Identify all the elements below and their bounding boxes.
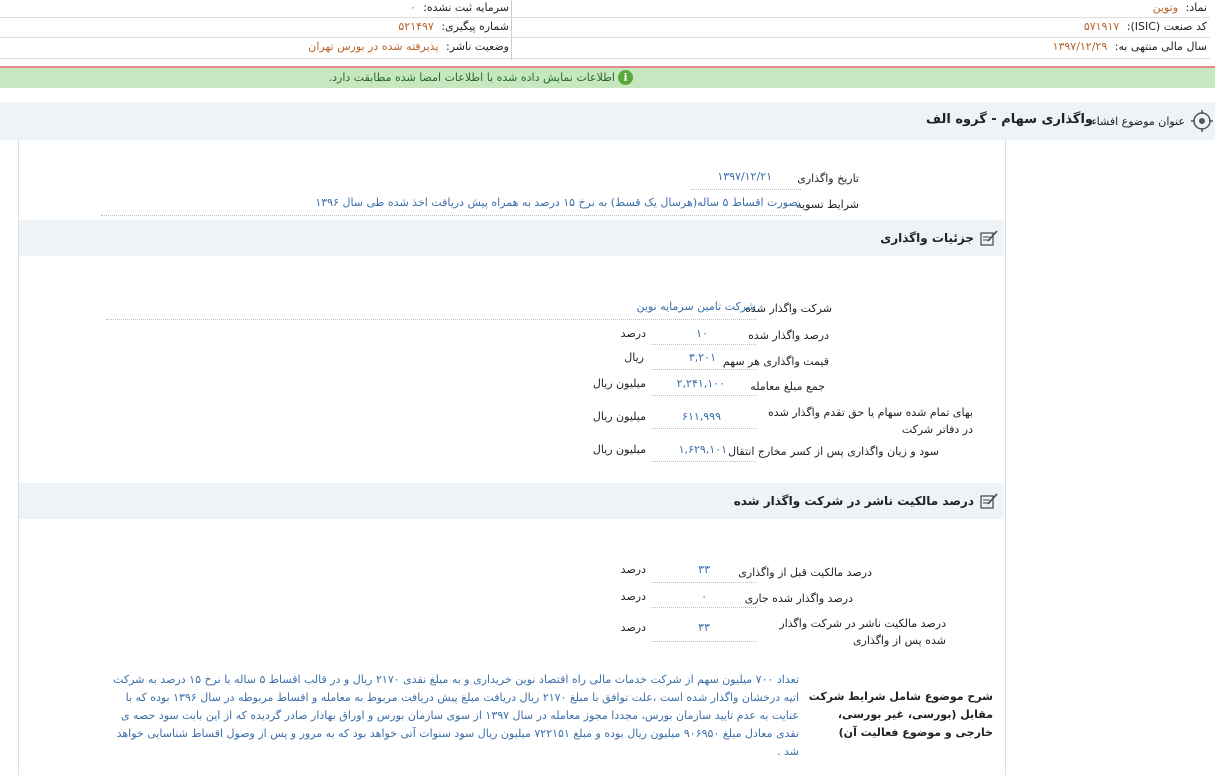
header-rule	[0, 37, 1210, 38]
status-row: وضعیت ناشر: پذیرفته شده در بورس تهران	[308, 37, 509, 57]
isic-label: کد صنعت (ISIC):	[1126, 20, 1207, 33]
isic-row: کد صنعت (ISIC): ۵۷۱۹۱۷	[1084, 17, 1207, 37]
company-label: شرکت واگذار شده	[745, 302, 832, 315]
terms-label: شرایط تسویه	[796, 198, 859, 211]
field-underline	[651, 368, 756, 370]
company-value: شرکت تامین سرمایه نوین	[636, 300, 756, 313]
field-underline	[651, 606, 756, 608]
edit-icon	[980, 493, 998, 509]
detail-row-label: جمع مبلغ معامله	[750, 380, 825, 393]
symbol-row: نماد: وتوین	[1153, 0, 1207, 18]
fiscal-row: سال مالی منتهی به: ۱۳۹۷/۱۲/۲۹	[1053, 37, 1207, 57]
detail-row-value: ۳,۲۰۱	[688, 351, 716, 364]
field-underline	[691, 188, 801, 190]
detail-row-unit: درصد	[620, 327, 646, 340]
field-underline	[651, 460, 756, 462]
target-icon	[1191, 110, 1213, 132]
terms-value: بصورت اقساط ۵ ساله(هرسال یک قسط) به نرخ …	[315, 196, 801, 209]
ownership-title: درصد مالکیت ناشر در شرکت واگذار شده	[733, 494, 974, 508]
ownership-row-value: ۳۳	[698, 621, 710, 634]
field-underline	[651, 394, 756, 396]
info-icon: i	[618, 70, 633, 85]
description-label: شرح موضوع شامل شرایط شرکت مقابل (بورسی، …	[808, 690, 993, 739]
field-underline	[651, 343, 756, 345]
details-title: جزئیات واگذاری	[880, 231, 974, 245]
notice-text: اطلاعات نمایش داده شده با اطلاعات امضا ش…	[328, 71, 615, 84]
fiscal-label: سال مالی منتهی به:	[1114, 40, 1207, 53]
field-underline	[651, 427, 756, 429]
date-value: ۱۳۹۷/۱۲/۲۱	[717, 170, 772, 183]
header-rule	[0, 17, 1210, 18]
unregistered-capital-value: ۰	[409, 1, 416, 14]
subject-bar: عنوان موضوع افشاء: واگذاری سهام - گروه ا…	[0, 102, 1215, 140]
header-divider	[511, 0, 512, 60]
detail-row-value: ۱۰	[696, 327, 708, 340]
field-underline	[651, 640, 756, 642]
detail-row-unit: میلیون ریال	[592, 443, 646, 456]
ownership-row-label: درصد واگذار شده جاری	[744, 592, 853, 605]
fiscal-value: ۱۳۹۷/۱۲/۲۹	[1052, 40, 1108, 53]
tracking-label: شماره پیگیری:	[441, 20, 509, 33]
isic-value: ۵۷۱۹۱۷	[1083, 20, 1120, 33]
ownership-row-label: درصد مالکیت ناشر در شرکت واگذار شده پس ا…	[779, 617, 946, 647]
ownership-row-label: درصد مالکیت قبل از واگذاری	[738, 566, 872, 579]
symbol-label: نماد:	[1185, 1, 1207, 14]
status-label: وضعیت ناشر:	[446, 40, 509, 53]
detail-row-value: ۱,۶۲۹,۱۰۱	[678, 443, 727, 456]
subject-title: واگذاری سهام - گروه الف	[926, 112, 1093, 127]
detail-row-label: قیمت واگذاری هر سهم	[722, 355, 829, 368]
unregistered-capital-label: سرمایه ثبت نشده:	[423, 1, 509, 14]
detail-row-unit: میلیون ریال	[592, 410, 646, 423]
header-rule	[0, 58, 1210, 59]
detail-row-value: ۶۱۱,۹۹۹	[682, 410, 721, 423]
description-text: تعداد ۷۰۰ میلیون سهم از شرکت خدمات مالی …	[113, 673, 799, 758]
tracking-value: ۵۲۱۴۹۷	[398, 20, 434, 33]
status-value: پذیرفته شده در بورس تهران	[308, 40, 439, 53]
detail-row-unit: ریال	[624, 351, 644, 364]
subject-label: عنوان موضوع افشاء:	[1087, 115, 1185, 128]
date-label: تاریخ واگذاری	[797, 172, 859, 185]
details-section-header: جزئیات واگذاری	[19, 220, 1004, 256]
tracking-row: شماره پیگیری: ۵۲۱۴۹۷	[398, 17, 509, 37]
ownership-row-value: ۰	[701, 590, 707, 603]
verification-notice: i اطلاعات نمایش داده شده با اطلاعات امضا…	[0, 66, 1215, 88]
detail-row-unit: میلیون ریال	[592, 377, 646, 390]
detail-row-label: درصد واگذار شده	[748, 329, 829, 342]
ownership-row-value: ۳۳	[698, 563, 710, 576]
field-underline	[106, 318, 756, 320]
detail-row-label: سود و زیان واگذاری پس از کسر مخارج انتقا…	[728, 445, 939, 458]
detail-row-value: ۲,۲۴۱,۱۰۰	[676, 377, 725, 390]
detail-row-label: بهای تمام شده سهام یا حق تقدم واگذار شده…	[768, 406, 973, 436]
edit-icon	[980, 230, 998, 246]
field-underline	[651, 581, 756, 583]
ownership-row-unit: درصد	[620, 563, 646, 576]
ownership-section-header: درصد مالکیت ناشر در شرکت واگذار شده	[19, 483, 1004, 519]
symbol-value: وتوین	[1152, 1, 1179, 14]
field-underline	[101, 214, 801, 216]
ownership-row-unit: درصد	[620, 590, 646, 603]
unregistered-capital-row: سرمایه ثبت نشده: ۰	[410, 0, 509, 18]
ownership-row-unit: درصد	[620, 621, 646, 634]
